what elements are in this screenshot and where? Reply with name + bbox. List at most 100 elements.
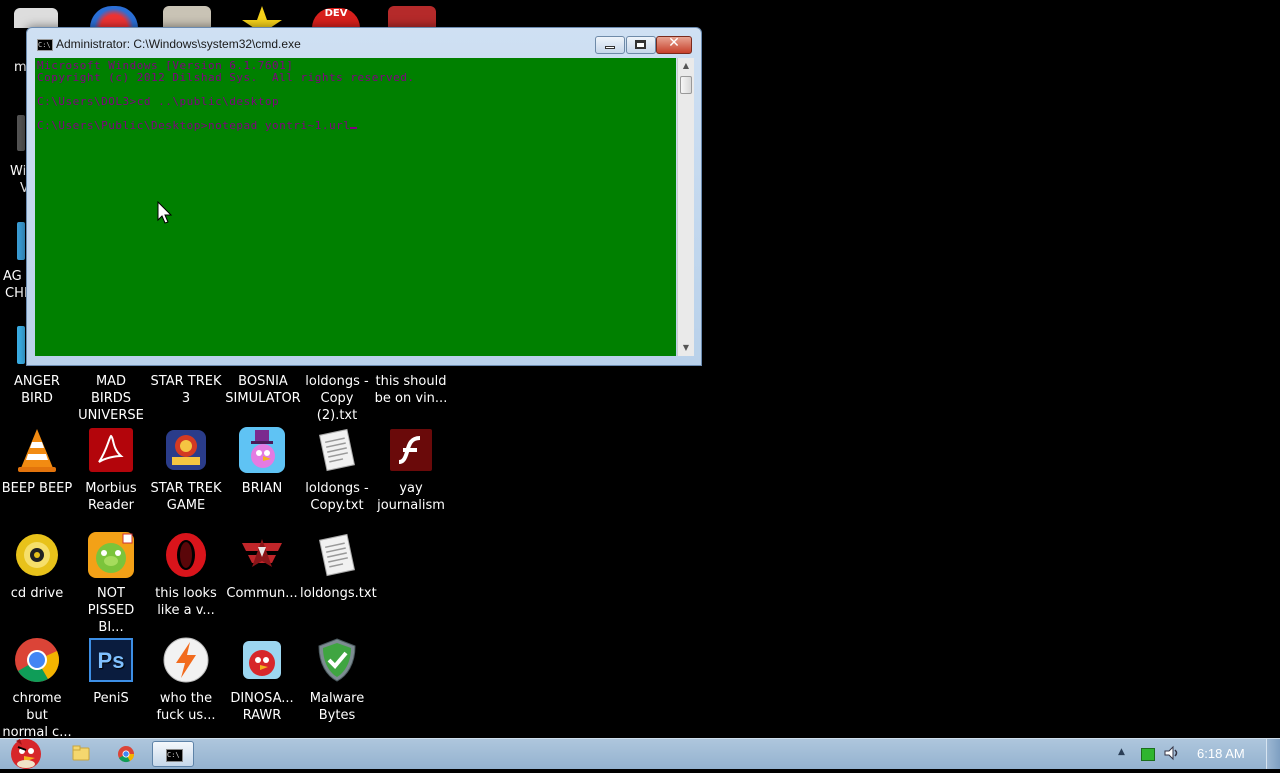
console-line: C:\Users\Public\Desktop>notepad yontri~1…: [37, 119, 351, 132]
taskbar: C:\ ▲ 6:18 AM: [0, 738, 1280, 769]
star-wars-game-icon: [162, 426, 210, 474]
desktop-icon-not-pissed-birds[interactable]: NOT PISSED BI...: [74, 531, 148, 636]
cd-drive-icon: [13, 531, 61, 579]
icon-label: PeniS: [93, 691, 129, 706]
opera-icon: [162, 531, 210, 579]
chrome-icon: [13, 636, 61, 684]
network-icon[interactable]: [1141, 748, 1155, 761]
console-line: Copyright (c) 2012 Dilshad Sys. All righ…: [37, 71, 415, 84]
text-cursor: [350, 127, 358, 129]
desktop-icon-this-should[interactable]: this should be on vin...: [374, 373, 448, 407]
peek-icon-5[interactable]: DEV: [312, 8, 360, 28]
desktop-icon-loldongs-copy[interactable]: loldongs - Copy.txt: [300, 426, 374, 514]
desktop-icon-this-looks-like[interactable]: this looks like a v...: [149, 531, 223, 619]
cmd-icon: C:\: [166, 749, 183, 762]
bird-hat-icon: [238, 426, 286, 474]
flash-icon: [387, 426, 435, 474]
desktop-icon-cd-drive[interactable]: cd drive: [0, 531, 74, 602]
desktop-icon-yay-journalism[interactable]: yay journalism: [374, 426, 448, 514]
icon-label: DINOSA... RAWR: [230, 691, 294, 723]
desktop-icon-bosnia-simulator[interactable]: BOSNIA SIMULATOR: [225, 373, 301, 407]
show-hidden-icons-arrow[interactable]: ▲: [1118, 747, 1125, 757]
taskbar-cmd-button[interactable]: C:\: [152, 741, 194, 767]
edge-label[interactable]: Wi: [10, 164, 26, 179]
edge-icon[interactable]: [17, 115, 25, 151]
edge-icon[interactable]: [17, 326, 25, 364]
mouse-pointer-icon: [157, 201, 173, 224]
desktop-icon-star-trek-game[interactable]: STAR TREK GAME: [149, 426, 223, 514]
desktop-icon-beep-beep[interactable]: BEEP BEEP: [0, 426, 74, 497]
icon-label: NOT PISSED BI...: [87, 586, 135, 635]
show-desktop-button[interactable]: [1266, 739, 1280, 769]
taskbar-clock[interactable]: 6:18 AM: [1197, 746, 1245, 761]
icon-label: loldongs.txt: [300, 586, 377, 601]
maximize-button[interactable]: [626, 36, 656, 54]
icon-label: MAD BIRDS UNIVERSE: [78, 374, 144, 423]
scroll-up-arrow-icon[interactable]: ▲: [678, 58, 694, 74]
close-button[interactable]: ✕: [656, 35, 692, 54]
lightning-icon: [162, 636, 210, 684]
peek-icon-1[interactable]: [14, 8, 58, 28]
icon-label: STAR TREK GAME: [150, 481, 222, 513]
edge-icon[interactable]: [17, 222, 25, 260]
start-button[interactable]: [2, 733, 50, 769]
peek-icon-3[interactable]: [163, 6, 211, 28]
desktop-icon-loldongs[interactable]: loldongs.txt: [300, 531, 377, 602]
edge-label[interactable]: CHI: [5, 286, 28, 301]
taskbar-chrome-button[interactable]: [106, 741, 146, 767]
desktop-icon-star-trek-3[interactable]: STAR TREK 3: [149, 373, 223, 407]
svg-text:Ps: Ps: [98, 648, 125, 673]
window-titlebar[interactable]: C:\ Administrator: C:\Windows\system32\c…: [27, 28, 701, 58]
desktop-icon-who-the[interactable]: who the fuck us...: [149, 636, 223, 724]
console-output[interactable]: Microsoft Windows [Version 6.1.7601] Cop…: [35, 58, 676, 356]
icon-label: cd drive: [10, 586, 64, 601]
icon-label: BRIAN: [241, 481, 283, 496]
scroll-thumb[interactable]: [680, 76, 692, 94]
icon-label: STAR TREK 3: [150, 374, 222, 406]
console-prompt-line: C:\Users\Public\Desktop>notepad yontri~1…: [37, 119, 358, 132]
edge-label[interactable]: AG: [3, 269, 22, 284]
edge-label[interactable]: m: [14, 60, 27, 75]
peek-icon-2[interactable]: [90, 6, 138, 28]
icon-label: Morbius Reader: [85, 481, 137, 513]
shield-icon: [313, 636, 361, 684]
scroll-down-arrow-icon[interactable]: ▼: [678, 340, 694, 356]
icon-label: Malware Bytes: [309, 691, 365, 723]
desktop-icon-anger-bird[interactable]: ANGER BIRD: [0, 373, 74, 407]
desktop-icon-chrome-but-normal[interactable]: chrome but normal c...: [0, 636, 74, 741]
close-icon: ✕: [668, 35, 680, 51]
icon-label: yay journalism: [377, 481, 445, 513]
angry-bird-icon: [238, 636, 286, 684]
cmd-window[interactable]: C:\ Administrator: C:\Windows\system32\c…: [26, 27, 702, 366]
cmd-app-icon[interactable]: C:\: [37, 39, 53, 51]
volume-icon[interactable]: [1163, 745, 1179, 765]
desktop-icon-penis[interactable]: Ps PeniS: [74, 636, 148, 707]
desktop-icon-commun[interactable]: Commun...: [225, 531, 299, 602]
desktop-icon-malware-bytes[interactable]: Malware Bytes: [300, 636, 374, 724]
desktop-icon-brian[interactable]: BRIAN: [225, 426, 299, 497]
emblem-icon: [238, 531, 286, 579]
desktop-icon-loldongs-copy-2[interactable]: loldongs - Copy (2).txt: [300, 373, 374, 424]
desktop-icon-dinosa-rawr[interactable]: DINOSA... RAWR: [225, 636, 299, 724]
start-angry-bird-icon: [11, 739, 41, 769]
icon-label: this looks like a v...: [155, 586, 217, 618]
taskbar-explorer-button[interactable]: [60, 741, 100, 767]
console-line: C:\Users\DOL3>cd ..\public\desktop: [37, 95, 280, 108]
photoshop-icon: Ps: [87, 636, 135, 684]
desktop-icon-mad-birds-universe[interactable]: MAD BIRDS UNIVERSE: [74, 373, 148, 424]
icon-label: loldongs - Copy.txt: [305, 481, 369, 513]
pdf-reader-icon: [87, 426, 135, 474]
text-file-icon: [313, 426, 361, 474]
desktop-icon-morbius-reader[interactable]: Morbius Reader: [74, 426, 148, 514]
icon-label: Commun...: [226, 586, 298, 601]
window-title: Administrator: C:\Windows\system32\cmd.e…: [56, 37, 301, 51]
icon-label: loldongs - Copy (2).txt: [305, 374, 369, 423]
explorer-folder-icon: [72, 745, 90, 761]
chrome-icon: [118, 746, 135, 763]
vlc-cone-icon: [13, 426, 61, 474]
peek-icon-4[interactable]: [238, 6, 286, 28]
minimize-button[interactable]: [595, 36, 625, 54]
peek-icon-6[interactable]: [388, 6, 436, 28]
vertical-scrollbar[interactable]: ▲ ▼: [677, 58, 694, 356]
icon-label: BOSNIA SIMULATOR: [225, 374, 301, 406]
